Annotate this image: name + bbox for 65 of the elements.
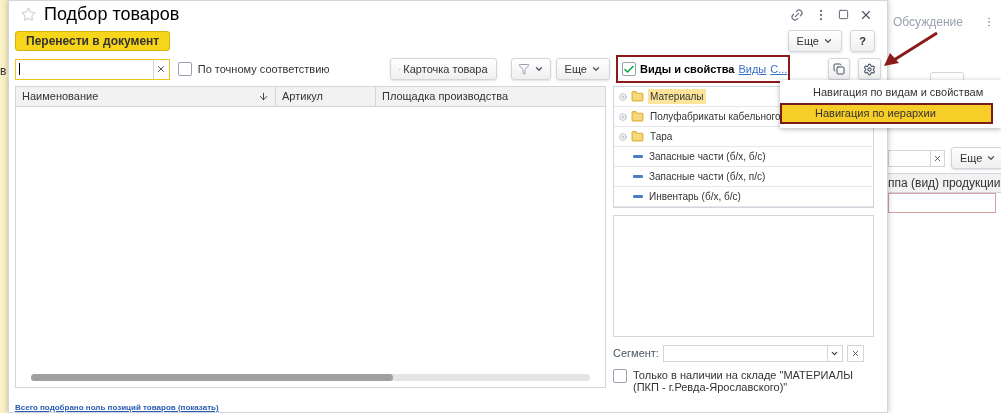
checkbox-label: Только в наличии на складе "МАТЕРИАЛЫ (ПКП - г.Ревда-Ярославского)" (633, 369, 853, 393)
menu-item[interactable]: Навигация по иерархии (780, 103, 993, 124)
item-icon (633, 195, 643, 198)
folder-icon (631, 130, 644, 143)
column-header[interactable]: Наименование (16, 87, 276, 106)
tree-item[interactable]: Запасные части (б/х, п/с) (614, 167, 873, 187)
transfer-button[interactable]: Перенести в документ (15, 31, 171, 51)
clear-icon[interactable] (850, 349, 860, 358)
search-field[interactable] (888, 149, 945, 167)
tree-item-label: Запасные части (б/х, б/с) (648, 150, 767, 164)
table-row[interactable] (888, 193, 996, 213)
favorite-star-icon[interactable] (21, 7, 36, 22)
caret-icon (591, 64, 601, 74)
search-field[interactable] (15, 58, 170, 80)
more-button[interactable]: Еще (555, 58, 610, 80)
copy-icon (833, 63, 845, 75)
expand-icon[interactable] (619, 112, 627, 121)
item-icon (633, 175, 643, 178)
window-title: Подбор товаров (44, 3, 180, 26)
checkbox-label: По точному соответствию (197, 61, 330, 77)
more-button[interactable]: Еще (951, 147, 1001, 169)
caret-icon (533, 64, 544, 74)
checkbox[interactable] (177, 62, 192, 76)
expand-icon[interactable] (619, 92, 627, 101)
folder-icon (631, 110, 644, 123)
column-header[interactable]: Площадка производства (376, 87, 605, 106)
tree-item[interactable]: Запасные части (б/х, б/с) (614, 147, 873, 167)
expand-icon[interactable] (619, 132, 627, 141)
table-header: ппа (вид) продукции (888, 173, 1001, 193)
field-label: Сегмент: (613, 346, 659, 362)
tree-item-label: Полуфабрикаты кабельного (649, 110, 782, 124)
checkbox[interactable] (613, 369, 627, 383)
summary-link[interactable]: Всего подобрано ноль позиций товаров (показать) (15, 402, 219, 413)
link[interactable]: С... (770, 62, 788, 76)
background-text: в (0, 63, 7, 80)
dropdown-icon[interactable] (830, 349, 840, 358)
maximize-icon[interactable] (838, 9, 849, 20)
copy-button[interactable] (828, 58, 850, 80)
scrollbar[interactable] (31, 374, 590, 381)
checkbox[interactable] (622, 62, 636, 76)
caret-icon (823, 36, 833, 46)
clear-icon[interactable] (933, 153, 942, 163)
caret-icon (986, 153, 997, 163)
help-button[interactable]: ? (850, 30, 875, 52)
filter-button[interactable] (510, 58, 551, 80)
column-header[interactable]: Артикул (276, 87, 376, 106)
segment-field[interactable] (662, 345, 843, 362)
product-card-button[interactable]: Карточка товара (389, 58, 497, 80)
clear-icon[interactable] (156, 64, 167, 74)
tree-item-label: Материалы (648, 89, 706, 104)
sort-arrow-icon (258, 91, 269, 102)
panel-title: Обсуждение (893, 14, 963, 31)
tree-item-label: Запасные части (б/х, п/с) (648, 170, 767, 184)
tree-item-label: Инвентарь (б/х, б/с) (648, 190, 742, 204)
folder-icon (631, 90, 644, 103)
settings-icon (863, 62, 876, 76)
item-icon (633, 155, 643, 158)
kinds-label: Виды и свойства (640, 61, 735, 77)
tree-item[interactable]: Инвентарь (б/х, б/с) (614, 187, 873, 207)
settings-button[interactable] (858, 58, 881, 80)
filter-icon (517, 63, 530, 75)
annotation-arrow (884, 31, 938, 66)
more-button[interactable]: Еще (787, 30, 842, 52)
link[interactable]: Виды (738, 62, 767, 76)
tree-item-label: Тара (649, 130, 674, 144)
